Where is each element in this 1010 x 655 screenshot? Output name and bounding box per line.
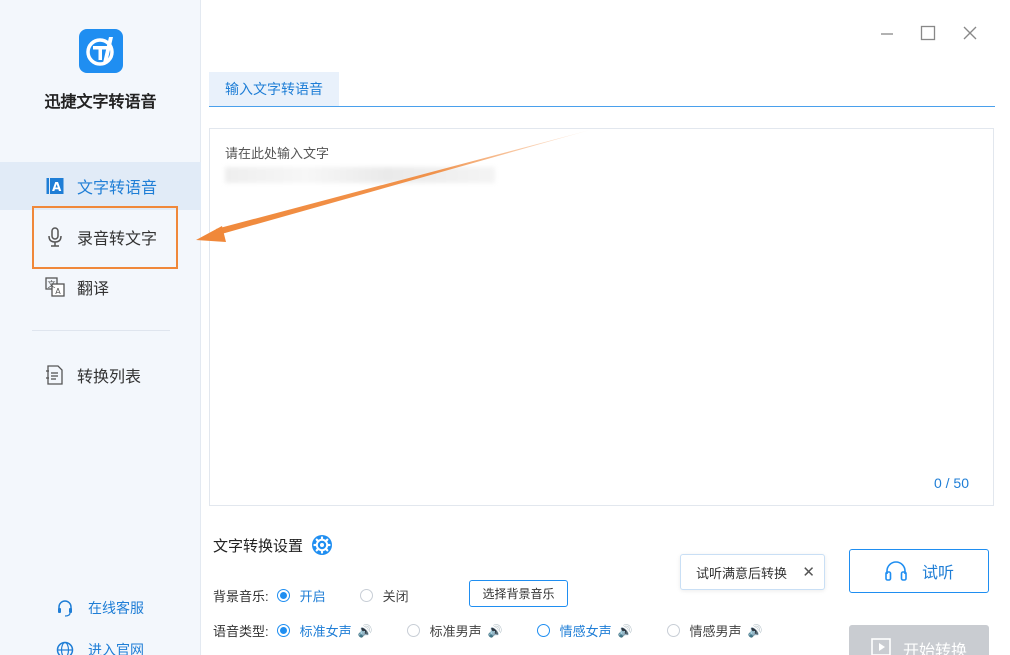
official-site-link[interactable]: 进入官网 [56, 639, 144, 655]
svg-text:A: A [52, 180, 62, 194]
headphones-icon [885, 561, 907, 581]
translate-icon: 文 A [45, 277, 65, 297]
tooltip-text: 试听满意后转换 [696, 565, 788, 581]
radio-dot [359, 589, 373, 602]
close-icon[interactable]: ✕ [802, 563, 815, 581]
bgm-on-radio[interactable]: 开启 [276, 586, 326, 605]
text-a-icon: A [45, 176, 65, 196]
bgm-on-label: 开启 [299, 589, 326, 604]
close-icon [963, 26, 977, 40]
online-service-label: 在线客服 [88, 600, 144, 616]
voice-emotional-male-radio[interactable]: 情感男声 🔊 [666, 621, 763, 640]
play-icon [871, 638, 891, 655]
listen-tooltip: 试听满意后转换 ✕ [680, 554, 825, 590]
official-site-label: 进入官网 [88, 642, 144, 655]
voice-standard-male-radio[interactable]: 标准男声 🔊 [406, 621, 503, 640]
tab-text-to-speech[interactable]: 输入文字转语音 [209, 72, 339, 106]
voice-emotional-female-radio[interactable]: 情感女声 🔊 [536, 621, 633, 640]
online-service-link[interactable]: 在线客服 [56, 597, 144, 619]
select-bgm-button[interactable]: 选择背景音乐 [469, 580, 568, 607]
char-counter: 0 / 50 [933, 475, 969, 491]
annotation-highlight-box [32, 206, 178, 269]
settings-title: 文字转换设置 [213, 534, 333, 556]
bgm-off-radio[interactable]: 关闭 [359, 586, 409, 605]
voice-option-label: 情感女声 [559, 624, 612, 639]
bgm-off-label: 关闭 [382, 589, 409, 604]
gear-icon[interactable] [311, 534, 333, 556]
listen-button-label: 试听 [921, 565, 954, 582]
speaker-icon[interactable]: 🔊 [618, 624, 633, 638]
tab-underline [209, 106, 995, 107]
voice-standard-female-radio[interactable]: 标准女声 🔊 [276, 621, 373, 640]
radio-dot [536, 624, 550, 637]
sidebar: 迅捷文字转语音 A 文字转语音 录音转文字 文 A 翻译 转换列表 在线客服 进… [0, 0, 201, 655]
maximize-icon [920, 25, 936, 41]
app-name: 迅捷文字转语音 [44, 94, 157, 111]
radio-dot [666, 624, 680, 637]
svg-text:A: A [55, 287, 61, 296]
text-input-area[interactable]: 请在此处输入文字 0 / 50 [209, 128, 994, 506]
sidebar-divider [32, 330, 170, 331]
sidebar-item-conversion-list[interactable]: 转换列表 [0, 351, 201, 399]
radio-dot [406, 624, 420, 637]
speaker-icon[interactable]: 🔊 [488, 624, 503, 638]
settings-title-label: 文字转换设置 [213, 537, 304, 555]
sidebar-item-label: 文字转语音 [77, 180, 158, 197]
voice-option-label: 标准女声 [299, 624, 352, 639]
voice-label: 语音类型: [213, 624, 269, 639]
app-window: 迅捷文字转语音 A 文字转语音 录音转文字 文 A 翻译 转换列表 在线客服 进… [0, 0, 1010, 655]
app-logo [79, 29, 123, 73]
sidebar-item-label: 翻译 [77, 281, 110, 298]
listen-button[interactable]: 试听 [849, 549, 989, 593]
maximize-button[interactable] [917, 22, 939, 44]
sidebar-item-text-to-speech[interactable]: A 文字转语音 [0, 162, 201, 210]
headset-icon [56, 598, 76, 618]
text-input-placeholder: 请在此处输入文字 [225, 146, 330, 161]
start-convert-button[interactable]: 开始转换 [849, 625, 989, 655]
voice-option-label: 标准男声 [429, 624, 482, 639]
sidebar-item-translate[interactable]: 文 A 翻译 [0, 263, 201, 311]
globe-icon [56, 640, 76, 655]
radio-dot [276, 624, 290, 637]
voice-option-label: 情感男声 [689, 624, 742, 639]
speaker-icon[interactable]: 🔊 [358, 624, 373, 638]
bgm-row: 背景音乐: 开启 关闭 [213, 586, 409, 605]
voice-row: 语音类型: 标准女声 🔊 标准男声 🔊 情感女声 🔊 情感男声 🔊 [213, 621, 763, 640]
radio-dot [276, 589, 290, 602]
speaker-icon[interactable]: 🔊 [748, 624, 763, 638]
sidebar-item-label: 转换列表 [77, 369, 142, 386]
start-convert-label: 开始转换 [902, 643, 967, 655]
bgm-label: 背景音乐: [213, 589, 269, 604]
file-list-icon [45, 365, 65, 385]
blurred-text [225, 167, 495, 183]
minimize-button[interactable] [876, 22, 898, 44]
minimize-icon [881, 33, 893, 35]
close-button[interactable] [959, 22, 981, 44]
